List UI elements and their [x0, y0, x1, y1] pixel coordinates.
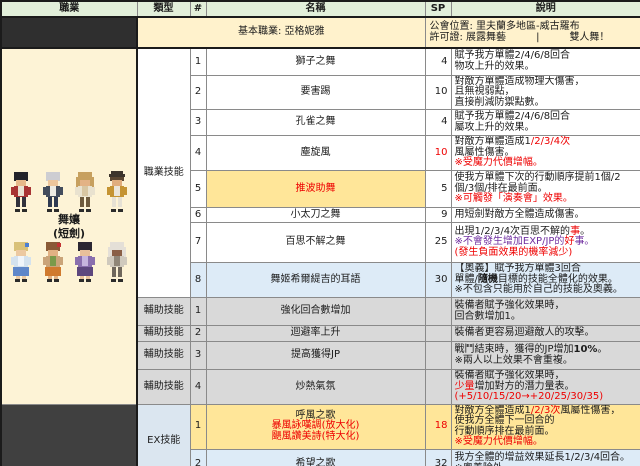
base-job-cell: 基本職業: 亞格妮雅 [137, 17, 425, 48]
skill-name-cell: 呼風之歌暴風詠嘆調(放大化)颶風讚美詩(特大化) [206, 404, 425, 449]
skill-name-cell: 孔雀之舞 [206, 110, 425, 136]
skill-sp-cell: 25 [425, 223, 451, 263]
skill-number-cell: 1 [190, 48, 206, 75]
skill-sp-cell [425, 326, 451, 342]
skill-table-page: 職業 類型 # 名稱 SP 說明 基本職業: 亞格妮雅 公會位置: 里夫蘭多地區… [0, 0, 640, 466]
col-header-name: 名稱 [206, 1, 425, 17]
header-row: 職業 類型 # 名稱 SP 說明 [1, 1, 640, 17]
type-cell: 輔助技能 [137, 342, 190, 370]
info-job-black-cell [1, 17, 137, 48]
skill-description-cell: 裝備者賦予強化效果時，回合數增加1。 [451, 298, 640, 326]
skill-name-cell: 提高獲得JP [206, 342, 425, 370]
info-row: 基本職業: 亞格妮雅 公會位置: 里夫蘭多地區-威古羅布 許可證: 展露舞藝 |… [1, 17, 640, 48]
job-cell-content: 舞孃(短劍) [2, 162, 136, 291]
skill-number-cell: 4 [190, 136, 206, 171]
license-1: 許可證: 展露舞藝 [430, 33, 507, 44]
col-header-number: # [190, 1, 206, 17]
sprite-hat-yellow-coat [104, 171, 130, 213]
skill-description-cell: 【奧義】賦予我方單體3回合單體/隨機目標的技能全體化的效果。※不包含只能用於自己… [451, 263, 640, 298]
skill-sp-cell: 10 [425, 136, 451, 171]
skill-number-cell: 2 [190, 75, 206, 110]
character-sprites-bottom [8, 241, 130, 283]
sprite-blond-blue-dress [8, 241, 34, 283]
skill-number-cell: 2 [190, 326, 206, 342]
skill-description-cell: 用短劍對敵方全體造成傷害。 [451, 208, 640, 223]
skill-sp-cell: 32 [425, 449, 451, 466]
skill-row: EX技能1呼風之歌暴風詠嘆調(放大化)颶風讚美詩(特大化)18對敵方全體造成1/… [1, 404, 640, 449]
skill-number-cell: 5 [190, 171, 206, 208]
skill-description-cell: 戰鬥結束時，獲得的JP增加10%。※兩人以上效果不會重複。 [451, 342, 640, 370]
skill-number-cell: 4 [190, 370, 206, 405]
skill-description-cell: 對敵方單體造成物理大傷害，且無視弱點，直接削減防禦點數。 [451, 75, 640, 110]
job-cell: 舞孃(短劍) [1, 48, 137, 404]
skill-name-cell: 塵旋風 [206, 136, 425, 171]
sprite-black-bob-purple-dress [72, 241, 98, 283]
skill-description-cell: 我方全體的增益效果延長1/2/3/4回合。※奧義除外。 [451, 449, 640, 466]
skill-description-cell: 使我方單體下次的行動順序提前1個/2個/3個/排在最前面。※可觸發「演奏會」效果… [451, 171, 640, 208]
skill-sp-cell: 18 [425, 404, 451, 449]
job-weapon: (短劍) [53, 227, 85, 241]
skill-sp-cell: 10 [425, 75, 451, 110]
col-header-type: 類型 [137, 1, 190, 17]
job-cell-dark [1, 404, 137, 466]
skill-name-cell: 迴避率上升 [206, 326, 425, 342]
skill-number-cell: 3 [190, 342, 206, 370]
type-cell: 職業技能 [137, 48, 190, 298]
skill-number-cell: 1 [190, 404, 206, 449]
sprite-dark-hair-red-jacket [8, 171, 34, 213]
sprite-white-hair-dark-skin [104, 241, 130, 283]
skill-sp-cell: 4 [425, 110, 451, 136]
skill-name-cell: 希望之歌 [206, 449, 425, 466]
guild-location: 公會位置: 里夫蘭多地區-威古羅布 [430, 22, 637, 33]
guild-info-cell: 公會位置: 里夫蘭多地區-威古羅布 許可證: 展露舞藝 | 雙人舞！ [425, 17, 640, 48]
sprite-dancer-orange-skirt [40, 241, 66, 283]
skill-sp-cell [425, 298, 451, 326]
type-cell: 輔助技能 [137, 370, 190, 405]
skill-description-cell: 賦予我方單體2/4/6/8回合屬攻上升的效果。 [451, 110, 640, 136]
skill-name-cell: 小太刀之舞 [206, 208, 425, 223]
skill-number-cell: 1 [190, 298, 206, 326]
skill-number-cell: 8 [190, 263, 206, 298]
col-header-sp: SP [425, 1, 451, 17]
type-cell: EX技能 [137, 404, 190, 466]
type-cell: 輔助技能 [137, 326, 190, 342]
skill-sp-cell: 5 [425, 171, 451, 208]
skill-name-cell: 舞姬希爾緹吉的耳語 [206, 263, 425, 298]
skill-description-cell: 對敵方單體造成1/2/3/4次風屬性傷害。※受魔力代價增幅。 [451, 136, 640, 171]
skill-description-cell: 裝備者更容易迴避敵人的攻擊。 [451, 326, 640, 342]
skill-sp-cell [425, 370, 451, 405]
skill-description-cell: 對敵方全體造成1/2/3次風屬性傷害，使我方全體下一回合的行動順序排在最前面。※… [451, 404, 640, 449]
sprite-silver-hair-vest [40, 171, 66, 213]
skill-number-cell: 7 [190, 223, 206, 263]
license-divider: | [536, 33, 539, 44]
type-cell: 輔助技能 [137, 298, 190, 326]
skill-name-cell: 獅子之舞 [206, 48, 425, 75]
skill-description-cell: 賦予我方單體2/4/6/8回合物攻上升的效果。 [451, 48, 640, 75]
skill-name-cell: 要害踢 [206, 75, 425, 110]
skill-name-cell: 推波助舞 [206, 171, 425, 208]
skill-sp-cell: 4 [425, 48, 451, 75]
license-2: 雙人舞！ [569, 33, 609, 44]
job-name: 舞孃 [53, 213, 85, 227]
skill-number-cell: 3 [190, 110, 206, 136]
character-sprites-top [8, 171, 130, 213]
license-line: 許可證: 展露舞藝 | 雙人舞！ [430, 33, 637, 44]
skill-row: 舞孃(短劍)職業技能1獅子之舞4賦予我方單體2/4/6/8回合物攻上升的效果。 [1, 48, 640, 75]
skill-description-cell: 出現1/2/3/4次百思不解的事。※不會發生增加EXP/JP的好事。(發生負面效… [451, 223, 640, 263]
job-name-label: 舞孃(短劍) [53, 213, 85, 241]
skill-name-cell: 炒熱氣氛 [206, 370, 425, 405]
skill-name-cell: 強化回合數增加 [206, 298, 425, 326]
skill-description-cell: 裝備者賦予強化效果時，少量增加對方的潛力量表。(+5/10/15/20→+20/… [451, 370, 640, 405]
skill-sp-cell: 9 [425, 208, 451, 223]
skill-sp-cell [425, 342, 451, 370]
skill-sp-cell: 30 [425, 263, 451, 298]
sprite-long-blond-hair [72, 171, 98, 213]
skill-number-cell: 6 [190, 208, 206, 223]
col-header-description: 說明 [451, 1, 640, 17]
skill-name-cell: 百思不解之舞 [206, 223, 425, 263]
col-header-job: 職業 [1, 1, 137, 17]
dancer-skill-table: 職業 類型 # 名稱 SP 說明 基本職業: 亞格妮雅 公會位置: 里夫蘭多地區… [0, 0, 640, 466]
skill-number-cell: 2 [190, 449, 206, 466]
